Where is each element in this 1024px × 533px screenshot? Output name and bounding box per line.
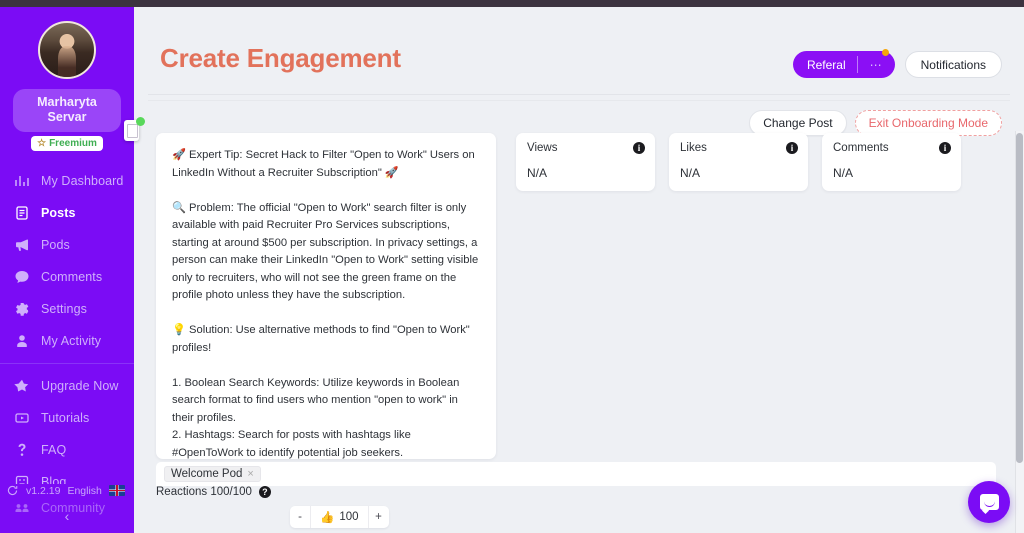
sidebar-nav: My Dashboard Posts Pods Comments Setting… <box>0 165 134 518</box>
megaphone-icon <box>13 237 30 254</box>
star-filled-icon <box>13 378 30 395</box>
avatar[interactable] <box>38 21 96 79</box>
referal-badge-dot <box>881 49 889 56</box>
browser-top-strip <box>0 0 1024 7</box>
info-icon[interactable]: i <box>939 142 951 154</box>
sidebar-item-faq[interactable]: FAQ <box>0 434 134 466</box>
star-icon: ☆ <box>37 137 47 149</box>
sidebar-item-comments[interactable]: Comments <box>0 261 134 293</box>
video-icon <box>13 410 30 427</box>
reaction-count: 100 <box>339 511 359 523</box>
thumbs-up-icon: 👍 <box>320 512 335 524</box>
sidebar-nav-group-primary: My Dashboard Posts Pods Comments Setting… <box>0 165 134 357</box>
stat-value: N/A <box>833 166 854 180</box>
sidebar-item-label: Pods <box>41 238 70 252</box>
stat-value: N/A <box>527 166 548 180</box>
gear-icon <box>13 301 30 318</box>
increment-button[interactable]: + <box>369 506 389 528</box>
sidebar-item-label: My Dashboard <box>41 174 124 188</box>
uk-flag-icon <box>108 485 125 496</box>
avatar-wrapper <box>0 7 134 79</box>
app-root: Marharyta Servar ☆ Freemium My Dashboard… <box>0 0 1024 533</box>
sidebar-item-label: Settings <box>41 302 87 316</box>
sidebar-item-pods[interactable]: Pods <box>0 229 134 261</box>
decrement-button[interactable]: - <box>290 506 310 528</box>
info-icon[interactable]: i <box>633 142 645 154</box>
page-scrollbar-thumb[interactable] <box>1016 133 1023 463</box>
sidebar-item-label: Tutorials <box>41 411 90 425</box>
stat-label: Comments <box>833 142 889 154</box>
info-icon[interactable]: i <box>786 142 798 154</box>
stats-row: Views N/A i Likes N/A i Comments N/A i <box>516 133 961 191</box>
change-post-label: Change Post <box>763 116 833 130</box>
reactions-label: Reactions 100/100 <box>156 486 252 498</box>
exit-onboarding-label: Exit Onboarding Mode <box>868 116 988 130</box>
sidebar-item-label: Upgrade Now <box>41 379 119 393</box>
sidebar-item-posts[interactable]: Posts <box>0 197 134 229</box>
sidebar-item-upgrade-now[interactable]: Upgrade Now <box>0 370 134 402</box>
sidebar-item-settings[interactable]: Settings <box>0 293 134 325</box>
sidebar-item-label: FAQ <box>41 443 67 457</box>
stat-card-likes: Likes N/A i <box>669 133 808 191</box>
header-actions: Referal ⋯ Notifications <box>792 49 1002 78</box>
online-status-dot <box>136 117 145 126</box>
reaction-value-group: 👍 100 <box>310 506 369 528</box>
app-version: v1.2.19 <box>26 484 61 497</box>
user-icon <box>13 333 30 350</box>
notifications-button[interactable]: Notifications <box>904 51 1002 78</box>
referal-button-label: Referal <box>806 57 846 72</box>
ellipsis-icon[interactable]: ⋯ <box>858 51 895 78</box>
stat-value: N/A <box>680 166 701 180</box>
pod-select-input[interactable]: Welcome Pod × <box>156 462 996 486</box>
reactions-label-row: Reactions 100/100 ? <box>156 486 271 498</box>
sidebar-footer: v1.2.19 English <box>0 484 134 497</box>
sidebar-item-my-activity[interactable]: My Activity <box>0 325 134 357</box>
sidebar-item-tutorials[interactable]: Tutorials <box>0 402 134 434</box>
reaction-stepper: - 👍 100 + <box>290 506 389 528</box>
question-mark-icon <box>13 442 30 459</box>
document-icon <box>13 205 30 222</box>
sidebar-item-label: My Activity <box>41 334 102 348</box>
chat-bubble-icon <box>13 269 30 286</box>
referal-button[interactable]: Referal ⋯ <box>792 49 895 78</box>
chat-support-button[interactable] <box>968 481 1010 523</box>
stat-card-views: Views N/A i <box>516 133 655 191</box>
bar-chart-icon <box>13 173 30 190</box>
sidebar-item-label: Posts <box>41 206 76 220</box>
post-preview-card[interactable]: 🚀 Expert Tip: Secret Hack to Filter "Ope… <box>156 133 496 459</box>
plan-badge[interactable]: ☆ Freemium <box>31 136 103 151</box>
close-icon[interactable]: × <box>247 468 253 480</box>
stat-label: Likes <box>680 142 707 154</box>
notifications-button-label: Notifications <box>920 57 986 72</box>
stat-card-comments: Comments N/A i <box>822 133 961 191</box>
header-divider-secondary <box>148 100 1010 101</box>
stat-label: Views <box>527 142 558 154</box>
user-name: Marharyta Servar <box>13 89 121 132</box>
main-content: Create Engagement Referal ⋯ Notification… <box>134 7 1024 533</box>
plan-badge-label: Freemium <box>49 138 97 149</box>
pod-tag-label: Welcome Pod <box>171 468 243 480</box>
refresh-icon[interactable] <box>6 484 19 497</box>
chevron-left-icon: ‹ <box>64 508 70 524</box>
chat-bubble-icon <box>979 494 999 510</box>
sidebar-collapse-button[interactable]: ‹ <box>0 503 134 529</box>
post-body-text: 🚀 Expert Tip: Secret Hack to Filter "Ope… <box>172 149 479 459</box>
question-icon[interactable]: ? <box>258 486 271 498</box>
sidebar-item-label: Comments <box>41 270 103 284</box>
page-title: Create Engagement <box>160 43 401 73</box>
header-divider <box>148 94 1010 95</box>
language-label[interactable]: English <box>67 485 101 497</box>
sidebar: Marharyta Servar ☆ Freemium My Dashboard… <box>0 7 134 533</box>
sidebar-item-my-dashboard[interactable]: My Dashboard <box>0 165 134 197</box>
pod-tag: Welcome Pod × <box>164 466 261 482</box>
